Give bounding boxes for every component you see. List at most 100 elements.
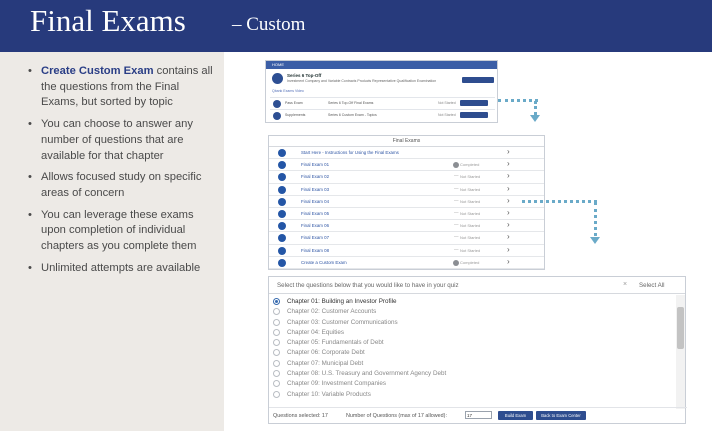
exam-row[interactable]: Start Here - Instructions for Using the … (269, 147, 544, 160)
chapter-option[interactable]: Chapter 06: Corporate Debt (269, 348, 675, 358)
slide-subtitle: – Custom (232, 14, 306, 35)
chevron-right-icon[interactable]: › (507, 232, 510, 241)
chapter-label: Chapter 07: Municipal Debt (287, 359, 364, 367)
status-dash-icon: — (454, 222, 459, 228)
row-description: Series 6 Custom Exam - Topics (328, 113, 377, 117)
exam-label: Final Exam 05 (301, 210, 330, 216)
chapter-option[interactable]: Chapter 04: Equities (269, 328, 675, 338)
exam-status: Not Started (460, 235, 481, 241)
dashboard-row[interactable]: Pass Exam Series 6 Top-Off Final Exams N… (270, 97, 495, 108)
exam-row[interactable]: Final Exam 05 — Not Started › (269, 208, 544, 221)
exam-status: Not Started (460, 247, 481, 253)
launch-button[interactable] (462, 77, 494, 83)
exam-icon (278, 209, 286, 218)
select-all-link[interactable]: Select All (639, 282, 664, 289)
exam-label: Final Exam 04 (301, 198, 330, 204)
connector-line (594, 202, 597, 236)
dashboard-topbar: HOME (266, 61, 497, 69)
chapter-radio[interactable] (273, 380, 280, 388)
chapter-radio[interactable] (273, 370, 280, 378)
exam-row[interactable]: Final Exam 04 — Not Started › (269, 196, 544, 208)
final-exams-header: Final Exams (269, 136, 544, 147)
pass-exam-icon (273, 100, 281, 108)
row-open-button[interactable] (460, 112, 488, 118)
back-to-exam-center-button[interactable]: Back to Exam Center (536, 411, 586, 420)
row-open-button[interactable] (460, 100, 488, 106)
number-of-questions-input[interactable]: 17 (465, 411, 492, 419)
custom-exam-panel: Select the questions below that you woul… (268, 276, 687, 424)
product-title: Series 6 Top-Off (287, 73, 322, 78)
chapter-option[interactable]: Chapter 10: Variable Products (269, 390, 675, 400)
custom-exam-toolbar: Select the questions below that you woul… (269, 277, 685, 294)
exam-icon (278, 161, 286, 170)
exam-icon (278, 246, 286, 255)
exam-row[interactable]: Final Exam 07 — Not Started › (269, 232, 544, 245)
exam-label: Final Exam 02 (301, 174, 330, 180)
number-of-questions-label: Number of Questions (max of 17 allowed): (346, 413, 447, 419)
exam-row[interactable]: Final Exam 01 Completed › (269, 159, 544, 172)
chapter-option[interactable]: Chapter 01: Building an Investor Profile (269, 297, 675, 307)
chapter-radio[interactable] (273, 298, 280, 305)
exam-row[interactable]: Final Exam 06 — Not Started › (269, 220, 544, 233)
chapter-option[interactable]: Chapter 08: U.S. Treasury and Government… (269, 369, 675, 379)
supplements-icon (273, 112, 281, 120)
row-status: Not Started (438, 113, 456, 117)
chevron-right-icon[interactable]: › (507, 245, 510, 254)
slide-header: Final Exams – Custom (0, 0, 712, 52)
product-subtitle: Investment Company and Variable Contract… (287, 79, 437, 83)
row-description: Series 6 Top-Off Final Exams (328, 101, 374, 105)
chevron-right-icon[interactable]: › (507, 159, 510, 168)
chapter-option[interactable]: Chapter 02: Customer Accounts (269, 307, 675, 317)
chapter-option[interactable]: Chapter 07: Municipal Debt (269, 359, 675, 369)
exam-label: Final Exam 07 (301, 235, 330, 241)
chapter-scrollbar[interactable] (676, 295, 685, 409)
chapter-radio[interactable] (273, 349, 280, 357)
chevron-right-icon[interactable]: › (507, 171, 510, 180)
chapter-radio[interactable] (273, 359, 280, 367)
chapter-label: Chapter 10: Variable Products (287, 390, 371, 398)
chapter-label: Chapter 06: Corporate Debt (287, 349, 365, 357)
chapter-radio[interactable] (273, 328, 280, 336)
exam-label: Final Exam 08 (301, 247, 330, 253)
exam-row[interactable]: Final Exam 02 — Not Started › (269, 171, 544, 184)
dashboard-row[interactable]: Supplements Series 6 Custom Exam - Topic… (270, 109, 495, 120)
build-exam-button[interactable]: Build Exam (498, 411, 533, 420)
arrow-down-icon (530, 115, 540, 122)
chapter-radio[interactable] (273, 308, 280, 316)
chapter-option[interactable]: Chapter 03: Customer Communications (269, 318, 675, 328)
status-dash-icon: — (454, 185, 459, 191)
chevron-right-icon[interactable]: › (507, 147, 510, 156)
exam-row[interactable]: Create a Custom Exam Completed › (269, 257, 544, 269)
chevron-right-icon[interactable]: › (507, 196, 510, 205)
chapter-label: Chapter 04: Equities (287, 328, 345, 336)
chapter-radio[interactable] (273, 390, 280, 398)
chapter-option[interactable]: Chapter 05: Fundamentals of Debt (269, 338, 675, 348)
chapter-option[interactable]: Chapter 09: Investment Companies (269, 379, 675, 389)
exam-status: Not Started (460, 210, 481, 216)
slide-title: Final Exams (30, 3, 186, 38)
clear-selection-icon[interactable]: × (623, 281, 627, 288)
status-dot-icon (453, 162, 459, 169)
scrollbar-thumb[interactable] (677, 307, 684, 349)
final-exams-panel: Final Exams Start Here - Instructions fo… (268, 135, 545, 270)
exam-label: Start Here - Instructions for Using the … (301, 150, 399, 155)
chevron-right-icon[interactable]: › (507, 220, 510, 229)
connector-line (534, 101, 537, 115)
product-links[interactable]: Qbank Exams Video (272, 89, 304, 93)
product-icon (272, 73, 283, 84)
bullet-list: Create Custom Exam contains all the ques… (28, 64, 218, 282)
chevron-right-icon[interactable]: › (507, 184, 510, 193)
questions-selected: Questions selected: 17 (273, 413, 328, 419)
chapter-label: Chapter 09: Investment Companies (287, 380, 387, 388)
chevron-right-icon[interactable]: › (507, 257, 510, 266)
topbar-label: HOME (272, 62, 284, 67)
exam-label: Create a Custom Exam (301, 259, 347, 265)
exam-row[interactable]: Final Exam 03 — Not Started › (269, 184, 544, 196)
chevron-right-icon[interactable]: › (507, 208, 510, 217)
chapter-radio[interactable] (273, 318, 280, 326)
final-exams-list: Start Here - Instructions for Using the … (269, 147, 544, 269)
status-dash-icon: — (454, 234, 459, 240)
chapter-radio[interactable] (273, 339, 280, 347)
exam-row[interactable]: Final Exam 08 — Not Started › (269, 245, 544, 257)
exam-icon (278, 173, 286, 182)
